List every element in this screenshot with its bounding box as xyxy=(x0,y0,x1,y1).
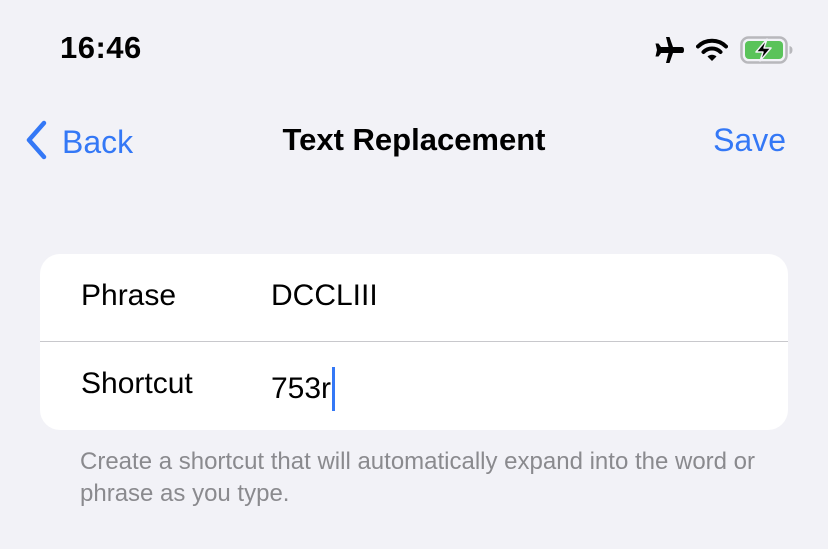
airplane-icon xyxy=(652,36,684,64)
phrase-row[interactable]: Phrase DCCLIII xyxy=(40,254,788,342)
battery-charging-icon xyxy=(740,36,794,64)
status-icons xyxy=(652,36,794,64)
shortcut-input[interactable]: 753r xyxy=(271,367,336,411)
save-button[interactable]: Save xyxy=(713,122,786,159)
page-title: Text Replacement xyxy=(282,122,546,157)
phrase-label: Phrase xyxy=(81,279,177,312)
shortcut-label: Shortcut xyxy=(81,367,193,400)
phrase-input[interactable]: DCCLIII xyxy=(271,279,378,313)
status-time: 16:46 xyxy=(60,30,142,65)
navigation-bar: Back Text Replacement Save xyxy=(0,112,828,172)
status-bar: 16:46 xyxy=(0,0,828,100)
phrase-value: DCCLIII xyxy=(271,279,378,312)
text-cursor xyxy=(332,367,336,411)
shortcut-row[interactable]: Shortcut 753r xyxy=(40,342,788,430)
footer-hint: Create a shortcut that will automaticall… xyxy=(80,448,756,507)
text-replacement-form: Phrase DCCLIII Shortcut 753r xyxy=(40,254,788,430)
wifi-icon xyxy=(696,38,728,62)
shortcut-value: 753r xyxy=(271,372,332,405)
